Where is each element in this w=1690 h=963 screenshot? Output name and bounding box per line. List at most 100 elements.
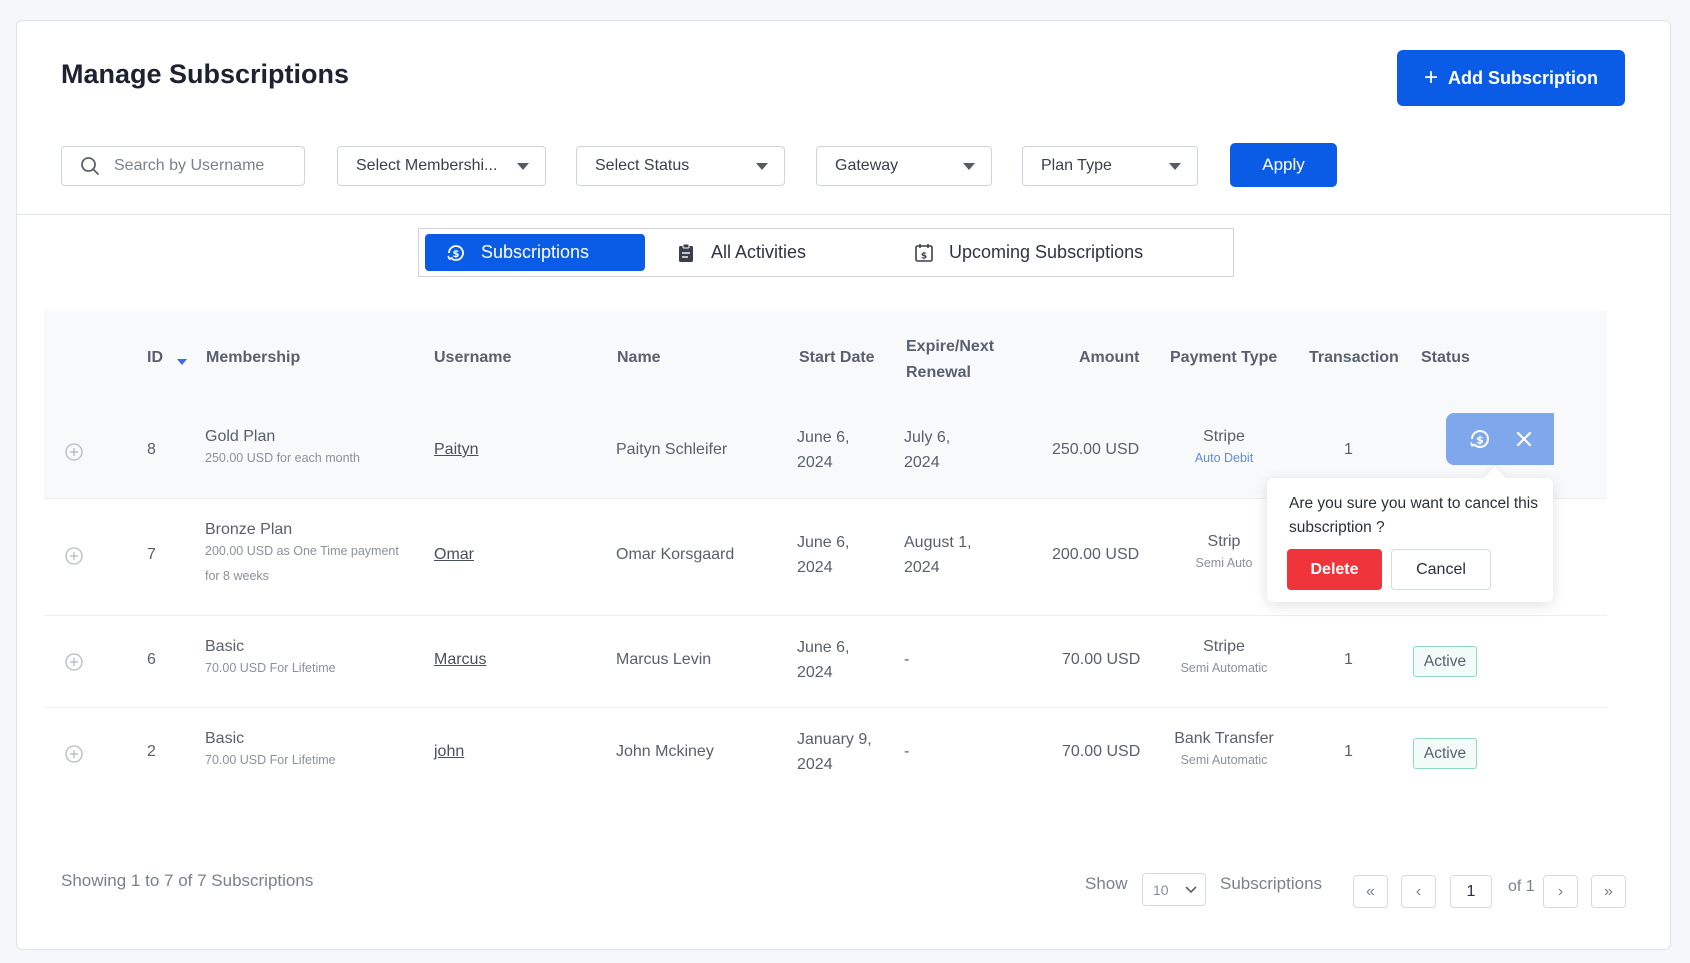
payment-gateway: Stripe — [1203, 638, 1245, 655]
cell-start-date: June 6, 2024 — [797, 425, 849, 475]
tab-upcoming-subscriptions-label: Upcoming Subscriptions — [949, 242, 1144, 262]
cancel-button[interactable]: Cancel — [1391, 549, 1491, 590]
start-date-line1: June 6, — [797, 429, 850, 446]
gateway-select[interactable]: Gateway — [816, 146, 992, 186]
username-link[interactable]: Paityn — [434, 441, 478, 459]
cell-membership: Gold Plan 250.00 USD for each month — [205, 428, 360, 471]
start-date-line2: 2024 — [797, 454, 833, 471]
cell-payment-type: Bank Transfer Semi Automatic — [1164, 730, 1284, 773]
search-icon — [81, 157, 99, 175]
plan-name: Bronze Plan — [205, 521, 293, 538]
caret-down-icon — [756, 162, 768, 170]
payment-gateway: Bank Transfer — [1174, 730, 1274, 747]
add-subscription-label: Add Subscription — [1448, 67, 1598, 88]
plan-description: 250.00 USD for each month — [205, 451, 360, 465]
cell-name: Paityn Schleifer — [616, 441, 728, 458]
cell-transaction: 1 — [1344, 441, 1353, 458]
column-header-username: Username — [434, 349, 512, 366]
cell-name: Marcus Levin — [616, 651, 712, 668]
expand-circle-plus-icon[interactable] — [65, 547, 83, 565]
expire-date-line2: 2024 — [904, 454, 940, 471]
payment-gateway: Strip — [1207, 533, 1241, 550]
cell-expire-date: August 1, 2024 — [904, 530, 972, 580]
plan-description: 70.00 USD For Lifetime — [205, 661, 336, 675]
cell-id: 8 — [147, 441, 156, 458]
tab-bar: $ Subscriptions All Activities $ Upcomin… — [418, 228, 1234, 277]
column-header-membership: Membership — [206, 349, 301, 366]
showing-count: Showing 1 to 7 of 7 Subscriptions — [61, 871, 314, 890]
column-header-name: Name — [617, 349, 661, 366]
table-row[interactable]: 6 Basic 70.00 USD For Lifetime Marcus Ma… — [44, 616, 1607, 708]
subscriptions-label: Subscriptions — [1220, 874, 1323, 893]
start-date-line2: 2024 — [797, 756, 833, 773]
membership-select-value: Select Membershi... — [356, 157, 498, 174]
dollar-refresh-icon: $ — [447, 244, 464, 261]
plan-description: 200.00 USD as One Time payment — [205, 544, 399, 558]
start-date-line2: 2024 — [797, 664, 833, 681]
tab-subscriptions[interactable]: $ Subscriptions — [425, 234, 645, 271]
cell-id: 2 — [147, 743, 156, 760]
cell-amount: 200.00 USD — [1052, 546, 1140, 563]
apply-button[interactable]: Apply — [1230, 143, 1337, 187]
column-header-payment-type: Payment Type — [1170, 349, 1278, 366]
column-header-expire-line1: Expire/Next — [906, 338, 995, 355]
prev-page-button[interactable]: ‹ — [1401, 875, 1436, 908]
username-link[interactable]: Marcus — [434, 651, 486, 669]
close-icon[interactable] — [1515, 430, 1533, 448]
column-header-id[interactable]: ID — [147, 349, 163, 367]
expand-circle-plus-icon[interactable] — [65, 443, 83, 461]
tab-upcoming-subscriptions[interactable]: $ Upcoming Subscriptions — [913, 234, 1143, 271]
row-action-pill: $ — [1446, 413, 1554, 465]
gateway-select-value: Gateway — [835, 157, 899, 174]
cell-payment-type: Strip Semi Auto — [1164, 533, 1284, 576]
status-badge: Active — [1413, 646, 1477, 677]
payment-mode: Semi Auto — [1195, 556, 1253, 570]
status-select[interactable]: Select Status — [576, 146, 785, 186]
svg-text:$: $ — [453, 249, 460, 260]
cell-transaction: 1 — [1344, 743, 1353, 760]
payment-gateway: Stripe — [1203, 428, 1245, 445]
payment-mode: Semi Automatic — [1180, 661, 1268, 675]
cell-payment-type: Stripe Auto Debit — [1164, 428, 1284, 471]
current-page-input[interactable]: 1 — [1450, 875, 1492, 908]
cell-amount: 70.00 USD — [1062, 743, 1141, 760]
table-row[interactable]: 2 Basic 70.00 USD For Lifetime john John… — [44, 708, 1607, 800]
column-header-transaction: Transaction — [1309, 349, 1399, 366]
next-page-button[interactable]: › — [1543, 875, 1578, 908]
plan-type-select[interactable]: Plan Type — [1022, 146, 1198, 186]
cell-membership: Basic 70.00 USD For Lifetime — [205, 638, 336, 681]
first-page-button[interactable]: « — [1353, 875, 1388, 908]
cell-transaction: 1 — [1344, 651, 1353, 668]
delete-button[interactable]: Delete — [1287, 549, 1382, 590]
expire-date-line1: August 1, — [904, 534, 972, 551]
header-divider — [17, 214, 1670, 215]
username-link[interactable]: Omar — [434, 546, 474, 564]
membership-select[interactable]: Select Membershi... — [337, 146, 546, 186]
username-link[interactable]: john — [434, 743, 464, 761]
add-subscription-button[interactable]: + Add Subscription — [1397, 50, 1625, 106]
clipboard-icon — [679, 243, 693, 262]
per-page-select[interactable]: 10 — [1142, 873, 1206, 906]
plan-description: 70.00 USD For Lifetime — [205, 753, 336, 767]
renew-icon[interactable]: $ — [1467, 426, 1493, 452]
search-input[interactable]: Search by Username — [61, 146, 305, 186]
cell-expire-date: - — [904, 651, 910, 668]
expand-circle-plus-icon[interactable] — [65, 745, 83, 763]
column-header-expire-line2: Renewal — [906, 364, 971, 381]
show-label: Show — [1085, 874, 1128, 893]
cell-id: 6 — [147, 651, 156, 668]
chevron-down-icon — [1185, 885, 1197, 893]
tab-all-activities[interactable]: All Activities — [675, 234, 806, 271]
page-total: of 1 — [1508, 878, 1535, 895]
column-header-status: Status — [1421, 349, 1470, 366]
expand-circle-plus-icon[interactable] — [65, 653, 83, 671]
plus-icon: + — [1423, 64, 1438, 91]
cell-membership: Bronze Plan 200.00 USD as One Time payme… — [205, 521, 399, 589]
last-page-button[interactable]: » — [1591, 875, 1626, 908]
confirm-message: Are you sure you want to cancel this sub… — [1289, 495, 1538, 536]
sort-caret-icon[interactable] — [177, 359, 187, 365]
cell-amount: 70.00 USD — [1062, 651, 1141, 668]
plan-name: Basic — [205, 638, 245, 655]
cell-payment-type: Stripe Semi Automatic — [1164, 638, 1284, 681]
cell-name: John Mckiney — [616, 743, 714, 760]
